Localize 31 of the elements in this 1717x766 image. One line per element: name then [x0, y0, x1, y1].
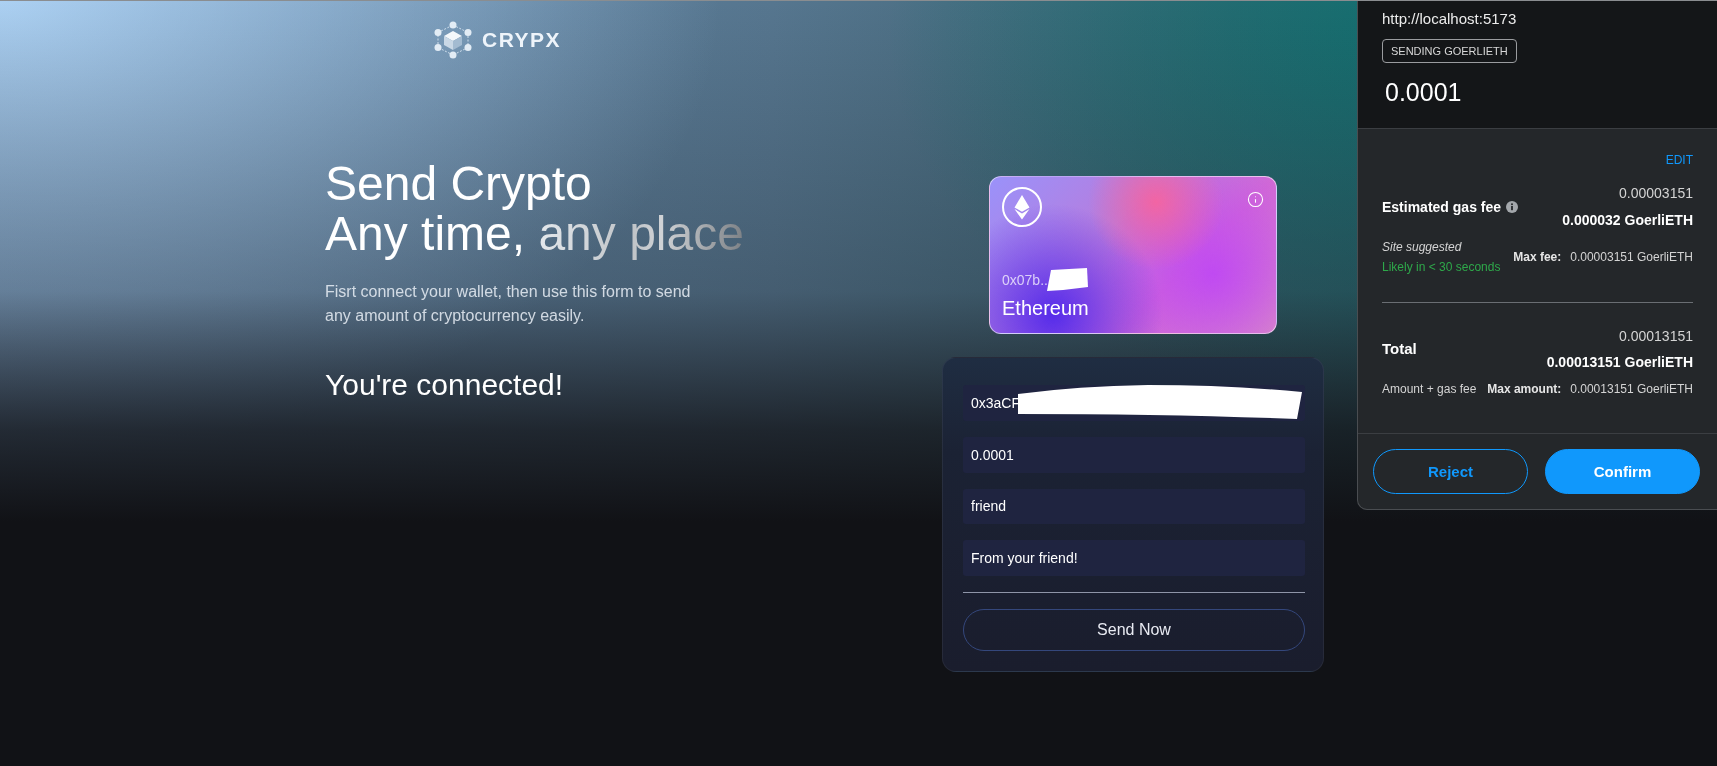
- info-icon: [1247, 191, 1264, 208]
- max-amount-value: 0.00013151 GoerliETH: [1570, 381, 1693, 397]
- site-origin: http://localhost:5173: [1382, 9, 1517, 29]
- total-label: Total: [1382, 340, 1417, 358]
- network-name: Ethereum: [1002, 296, 1090, 321]
- fee-source: Site suggested: [1382, 239, 1463, 255]
- logo-text: CRYPX: [482, 27, 562, 52]
- gas-fee-value: 0.000032 GoerliETH: [1562, 211, 1693, 229]
- max-fee-value: 0.00003151 GoerliETH: [1570, 249, 1693, 265]
- headline: Send Crypto Any time, any place: [325, 159, 744, 259]
- cube-logo-icon: [433, 20, 473, 59]
- total-amount: 0.00013151: [1619, 327, 1693, 345]
- max-fee-label: Max fee:: [1513, 249, 1562, 265]
- info-icon: [1506, 200, 1519, 213]
- connection-status: You're connected!: [325, 367, 564, 403]
- total-value: 0.00013151 GoerliETH: [1546, 353, 1693, 371]
- description: Fisrt connect your wallet, then use this form to send any amount of cryptocurrency easily.: [325, 282, 691, 326]
- total-note: Amount + gas fee: [1382, 381, 1477, 397]
- input-field[interactable]: 0x3aCF: [963, 385, 1305, 421]
- transaction-type-badge: SENDING GOERLIETH: [1382, 39, 1517, 63]
- input-field[interactable]: friend: [963, 488, 1305, 525]
- send-amount: 0.0001: [1385, 77, 1462, 107]
- input-field[interactable]: 0.0001: [963, 436, 1305, 473]
- fee-timing: Likely in < 30 seconds: [1382, 259, 1501, 275]
- gas-fee-amount: 0.00003151: [1619, 184, 1693, 202]
- max-amount-label: Max amount:: [1487, 381, 1562, 397]
- ethereum-icon: [1002, 187, 1042, 227]
- gas-fee-label: Estimated gas fee: [1382, 197, 1502, 216]
- input-field[interactable]: From your friend!: [963, 540, 1305, 577]
- edit-link[interactable]: EDIT: [1665, 153, 1693, 167]
- wallet-address: 0x07b..: [1002, 270, 1048, 289]
